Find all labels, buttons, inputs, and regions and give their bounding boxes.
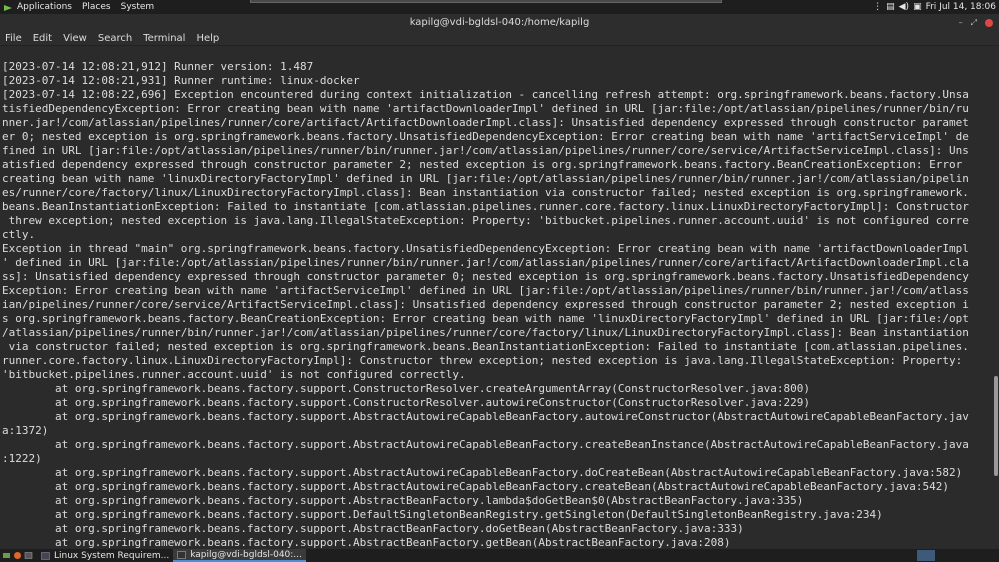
task-label: kapilg@vdi-bgldsl-040:... [190,549,302,560]
active-window-indicator [250,0,722,3]
menu-search[interactable]: Search [98,33,132,44]
terminal-line: at org.springframework.beans.factory.sup… [2,494,804,507]
workspace-switcher[interactable] [917,550,935,561]
menu-places[interactable]: Places [82,2,111,12]
volume-icon[interactable]: ◀) [899,2,909,12]
terminal-line: s org.springframework.beans.factory.Bean… [2,312,969,325]
terminal-line: runner.core.factory.linux.LinuxDirectory… [2,354,963,367]
terminal-line: via constructor failed; nested exception… [2,340,969,353]
task-label: Linux System Requirem... [54,550,170,561]
menu-terminal[interactable]: Terminal [143,33,185,44]
firefox-icon[interactable] [13,551,22,560]
terminal-line: a:1372) [2,424,49,437]
terminal-line: tisfiedDependencyException: Error creati… [2,102,969,115]
terminal-line: threw exception; nested exception is jav… [2,214,969,227]
terminal-line: Exception: Error creating bean with name… [2,284,969,297]
terminal-line: fined in URL [jar:file:/opt/atlassian/pi… [2,144,969,157]
terminal-line: beans.BeanInstantiationException: Failed… [2,200,969,213]
menu-view[interactable]: View [63,33,87,44]
taskbar: Linux System Requirem... kapilg@vdi-bgld… [0,549,999,562]
show-desktop-icon[interactable] [2,551,11,560]
terminal-line: at org.springframework.beans.factory.sup… [2,410,969,423]
maximize-icon[interactable]: ⤢ [971,18,977,28]
terminal-window-icon [177,550,186,559]
scrollbar-thumb[interactable] [994,376,998,476]
terminal-line: 'bitbucket.pipelines.runner.account.uuid… [2,368,466,381]
terminal-line: er 0; nested exception is org.springfram… [2,130,969,143]
task-linux-system-requirements[interactable]: Linux System Requirem... [37,549,173,562]
system-tray: ⋮ ▤ ◀) ▣ Fri Jul 14, 18:06 [873,0,996,14]
terminal-line: es/runner/core/factory/linux/LinuxDirect… [2,186,969,199]
window-controls: – ⤢ [951,14,993,31]
terminal-line: [2023-07-14 12:08:21,931] Runner runtime… [2,74,360,87]
menu-applications[interactable]: Applications [17,2,72,12]
terminal-line: creating bean with name 'linuxDirectoryF… [2,172,969,185]
terminal-line: nner.jar!/com/atlassian/pipelines/runner… [2,116,969,129]
terminal-line: ctly. [2,228,36,241]
terminal-line: at org.springframework.beans.factory.sup… [2,396,810,409]
terminal-line: atisfied dependency expressed through co… [2,158,963,171]
terminal-output[interactable]: [2023-07-14 12:08:21,912] Runner version… [0,46,999,549]
terminal-line: at org.springframework.beans.factory.sup… [2,466,963,479]
terminal-lines: [2023-07-14 12:08:21,912] Runner version… [0,46,999,549]
keyboard-layout-icon[interactable]: ▤ [886,2,895,12]
terminal-line: at org.springframework.beans.factory.sup… [2,508,883,521]
menu-system[interactable]: System [121,2,155,12]
menu-edit[interactable]: Edit [33,33,52,44]
terminal-line: [2023-07-14 12:08:22,696] Exception enco… [2,88,969,101]
task-terminal[interactable]: kapilg@vdi-bgldsl-040:... [173,549,306,562]
terminal-line: at org.springframework.beans.factory.sup… [2,438,969,451]
terminal-line: ss]: Unsatisfied dependency expressed th… [2,270,969,283]
menu-help[interactable]: Help [196,33,219,44]
network-icon[interactable]: ▣ [913,2,922,12]
terminal-line: at org.springframework.beans.factory.sup… [2,382,810,395]
terminal-launcher-icon[interactable] [24,551,33,560]
terminal-menu-bar: File Edit View Search Terminal Help [0,31,999,46]
terminal-line: ian/pipelines/runner/core/service/Artifa… [2,298,969,311]
terminal-line: at org.springframework.beans.factory.sup… [2,522,744,535]
close-icon[interactable] [985,18,993,27]
scrollbar[interactable] [993,46,999,549]
applications-icon [4,5,12,11]
terminal-line: Exception in thread "main" org.springfra… [2,242,969,255]
menu-file[interactable]: File [5,33,22,44]
minimize-icon[interactable]: – [959,18,963,27]
top-panel-menus: Applications Places System [3,2,164,12]
terminal-line: :1222) [2,452,42,465]
browser-window-icon [41,551,50,560]
terminal-line: at org.springframework.beans.factory.sup… [2,480,950,493]
menu-dots-icon[interactable]: ⋮ [873,2,882,12]
terminal-line: [2023-07-14 12:08:21,912] Runner version… [2,60,314,73]
window-title: kapilg@vdi-bgldsl-040:/home/kapilg [0,14,999,31]
terminal-line: ' defined in URL [jar:file:/opt/atlassia… [2,256,969,269]
clock[interactable]: Fri Jul 14, 18:06 [926,2,996,12]
terminal-line: /atlassian/pipelines/runner/bin/runner.j… [2,326,969,339]
terminal-line: at org.springframework.beans.factory.sup… [2,536,731,549]
top-panel: Applications Places System ⋮ ▤ ◀) ▣ Fri … [0,0,999,14]
